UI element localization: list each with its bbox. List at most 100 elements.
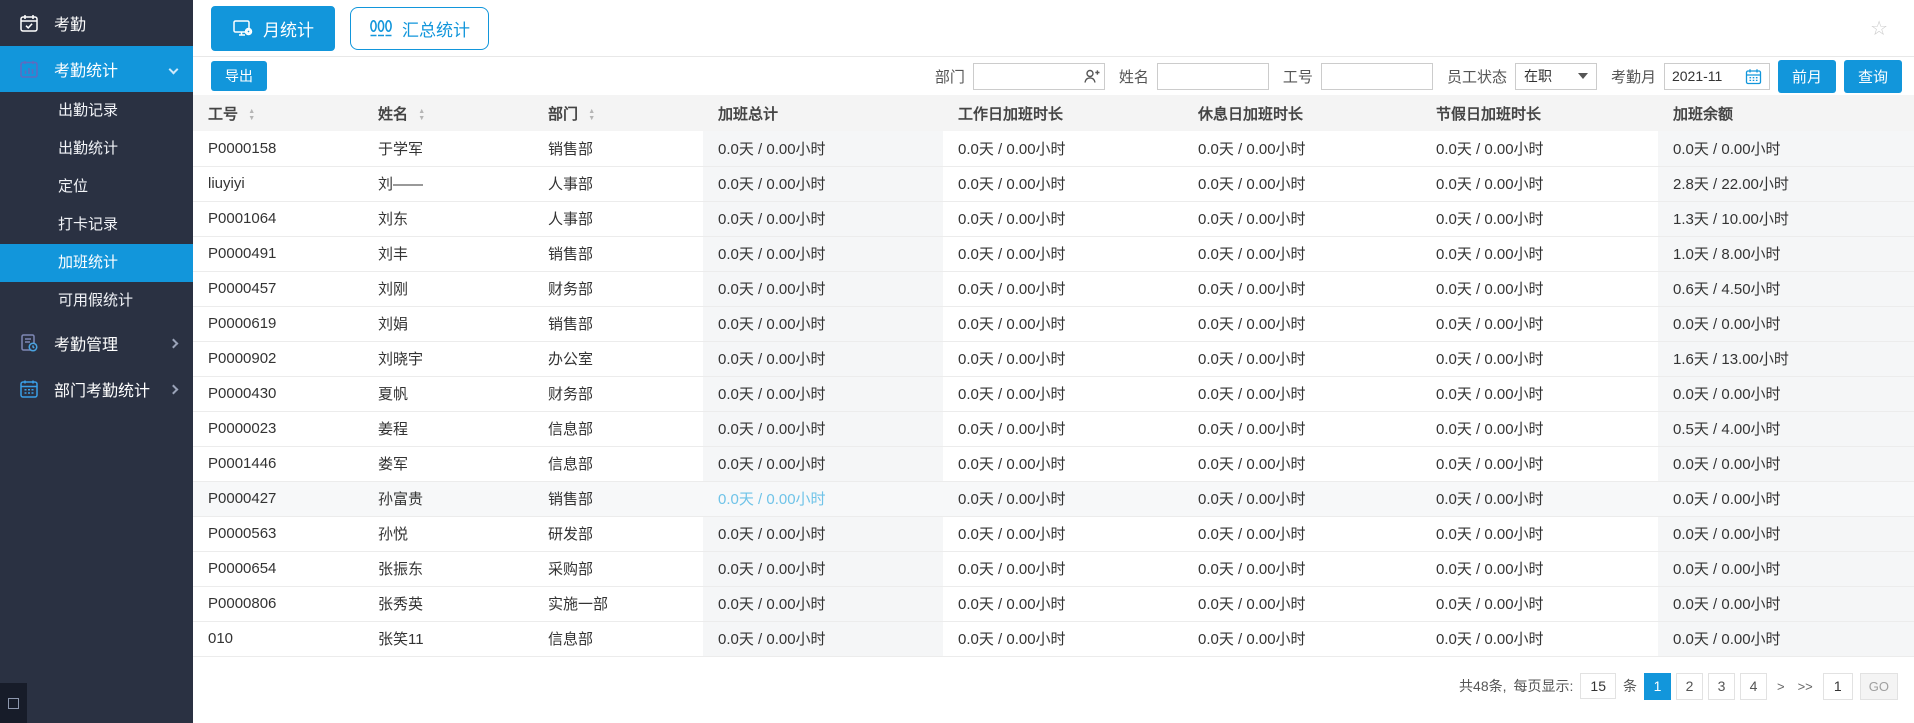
query-button[interactable]: 查询 (1844, 60, 1902, 93)
table-row[interactable]: P0000427 孙富贵 销售部 0.0天 / 0.00小时 0.0天 / 0.… (193, 481, 1914, 516)
caret-down-icon (1578, 73, 1588, 79)
status-value: 在职 (1524, 66, 1552, 86)
table-row[interactable]: liuyiyi 刘—— 人事部 0.0天 / 0.00小时 0.0天 / 0.0… (193, 166, 1914, 201)
table-row[interactable]: P0000806 张秀英 实施一部 0.0天 / 0.00小时 0.0天 / 0… (193, 586, 1914, 621)
cell-workday-overtime: 0.0天 / 0.00小时 (943, 551, 1183, 586)
sort-icon[interactable]: ▲▼ (418, 108, 425, 122)
sidebar-submenu-item[interactable]: 打卡记录 (0, 206, 193, 244)
cell-holiday-overtime: 0.0天 / 0.00小时 (1421, 621, 1658, 656)
table-row[interactable]: P0000563 孙悦 研发部 0.0天 / 0.00小时 0.0天 / 0.0… (193, 516, 1914, 551)
col-header-employee-id[interactable]: 工号 ▲▼ (193, 95, 363, 131)
table-row[interactable]: P0000158 于学军 销售部 0.0天 / 0.00小时 0.0天 / 0.… (193, 131, 1914, 166)
cell-name: 张笑11 (363, 621, 533, 656)
cell-name: 夏帆 (363, 376, 533, 411)
table-row[interactable]: P0000654 张振东 采购部 0.0天 / 0.00小时 0.0天 / 0.… (193, 551, 1914, 586)
sidebar: 考勤 考勤统计 出勤记录 出勤统计 定位 打卡记录 (0, 0, 193, 723)
sidebar-submenu-item[interactable]: 加班统计 (0, 244, 193, 282)
employee-id-input[interactable] (1321, 63, 1433, 90)
sidebar-item-attendance-stats[interactable]: 考勤统计 (0, 46, 193, 92)
dept-label: 部门 (935, 66, 965, 87)
cell-overtime-balance: 0.0天 / 0.00小时 (1658, 621, 1914, 656)
sidebar-bottom-widget[interactable] (0, 683, 27, 723)
main-panel: 月统计 汇总统计 ☆ 导出 部门 (193, 0, 1914, 723)
sidebar-item-attendance-management[interactable]: 考勤管理 (0, 320, 193, 366)
sidebar-submenu-item[interactable]: 出勤统计 (0, 130, 193, 168)
tab-label: 月统计 (263, 16, 314, 41)
tab-monthly-stats[interactable]: 月统计 (211, 6, 335, 51)
sidebar-item-department-stats[interactable]: 部门考勤统计 (0, 366, 193, 412)
page-size-box[interactable]: 15 (1580, 673, 1616, 699)
cell-name: 孙富贵 (363, 481, 533, 516)
month-picker[interactable]: 2021-11 (1664, 63, 1770, 90)
cell-overtime-balance: 1.0天 / 8.00小时 (1658, 236, 1914, 271)
cell-name: 于学军 (363, 131, 533, 166)
sidebar-item-attendance[interactable]: 考勤 (0, 0, 193, 46)
cell-employee-id: P0000619 (193, 306, 363, 341)
cell-holiday-overtime: 0.0天 / 0.00小时 (1421, 551, 1658, 586)
sidebar-submenu-item[interactable]: 出勤记录 (0, 92, 193, 130)
cell-restday-overtime: 0.0天 / 0.00小时 (1183, 271, 1421, 306)
col-header-overtime-balance: 加班余额 (1658, 95, 1914, 131)
cell-restday-overtime: 0.0天 / 0.00小时 (1183, 166, 1421, 201)
table-row[interactable]: P0001064 刘东 人事部 0.0天 / 0.00小时 0.0天 / 0.0… (193, 201, 1914, 236)
table-row[interactable]: P0000619 刘娟 销售部 0.0天 / 0.00小时 0.0天 / 0.0… (193, 306, 1914, 341)
page-jump-input[interactable] (1823, 673, 1853, 700)
table-row[interactable]: P0000902 刘晓宇 办公室 0.0天 / 0.00小时 0.0天 / 0.… (193, 341, 1914, 376)
col-header-overtime-total: 加班总计 (703, 95, 943, 131)
cell-holiday-overtime: 0.0天 / 0.00小时 (1421, 516, 1658, 551)
cell-overtime-balance: 0.0天 / 0.00小时 (1658, 586, 1914, 621)
sidebar-item-label: 考勤管理 (54, 331, 118, 355)
cell-overtime-total: 0.0天 / 0.00小时 (703, 411, 943, 446)
status-label: 员工状态 (1447, 66, 1507, 87)
table-row[interactable]: P0000457 刘刚 财务部 0.0天 / 0.00小时 0.0天 / 0.0… (193, 271, 1914, 306)
table-row[interactable]: 010 张笑11 信息部 0.0天 / 0.00小时 0.0天 / 0.00小时… (193, 621, 1914, 656)
page-button[interactable]: 3 (1708, 673, 1735, 700)
name-input[interactable] (1157, 63, 1269, 90)
cell-department: 研发部 (533, 516, 703, 551)
go-button[interactable]: GO (1860, 673, 1898, 700)
cell-name: 刘丰 (363, 236, 533, 271)
toolbar: 导出 部门 姓名 工号 员工状态 (193, 57, 1914, 95)
cell-department: 销售部 (533, 236, 703, 271)
calendar-icon (1745, 68, 1762, 85)
sort-icon[interactable]: ▲▼ (588, 108, 595, 122)
table-row[interactable]: P0000430 夏帆 财务部 0.0天 / 0.00小时 0.0天 / 0.0… (193, 376, 1914, 411)
page-button[interactable]: 1 (1644, 673, 1671, 700)
table-row[interactable]: P0001446 娄军 信息部 0.0天 / 0.00小时 0.0天 / 0.0… (193, 446, 1914, 481)
star-icon[interactable]: ☆ (1870, 16, 1888, 41)
last-page-button[interactable]: >> (1795, 679, 1816, 694)
cell-workday-overtime: 0.0天 / 0.00小时 (943, 271, 1183, 306)
sidebar-submenu-item[interactable]: 可用假统计 (0, 282, 193, 320)
export-button[interactable]: 导出 (211, 61, 267, 91)
person-add-icon[interactable] (1083, 68, 1100, 85)
sidebar-submenu-item[interactable]: 定位 (0, 168, 193, 206)
calendar-grid-icon (18, 378, 40, 400)
cell-employee-id: 010 (193, 621, 363, 656)
prev-month-button[interactable]: 前月 (1778, 60, 1836, 93)
cell-overtime-balance: 0.0天 / 0.00小时 (1658, 481, 1914, 516)
page-button[interactable]: 2 (1676, 673, 1703, 700)
sidebar-item-label: 考勤统计 (54, 57, 118, 81)
monitor-gear-icon (232, 18, 254, 38)
cell-overtime-balance: 0.0天 / 0.00小时 (1658, 446, 1914, 481)
tab-summary-stats[interactable]: 汇总统计 (350, 7, 489, 50)
cell-workday-overtime: 0.0天 / 0.00小时 (943, 376, 1183, 411)
col-header-name[interactable]: 姓名 ▲▼ (363, 95, 533, 131)
status-select[interactable]: 在职 (1515, 63, 1597, 90)
table-row[interactable]: P0000491 刘丰 销售部 0.0天 / 0.00小时 0.0天 / 0.0… (193, 236, 1914, 271)
page-button[interactable]: 4 (1740, 673, 1767, 700)
sort-icon[interactable]: ▲▼ (248, 108, 255, 122)
calendar-check-icon (18, 12, 40, 34)
cell-overtime-balance: 2.8天 / 22.00小时 (1658, 166, 1914, 201)
chevron-right-icon (170, 380, 177, 398)
tab-label: 汇总统计 (402, 16, 470, 41)
cell-department: 实施一部 (533, 586, 703, 621)
next-page-button[interactable]: > (1774, 679, 1788, 694)
col-header-department[interactable]: 部门 ▲▼ (533, 95, 703, 131)
cell-overtime-total: 0.0天 / 0.00小时 (703, 551, 943, 586)
table-row[interactable]: P0000023 姜程 信息部 0.0天 / 0.00小时 0.0天 / 0.0… (193, 411, 1914, 446)
cell-restday-overtime: 0.0天 / 0.00小时 (1183, 131, 1421, 166)
cell-department: 信息部 (533, 621, 703, 656)
cell-overtime-total: 0.0天 / 0.00小时 (703, 166, 943, 201)
cell-restday-overtime: 0.0天 / 0.00小时 (1183, 481, 1421, 516)
